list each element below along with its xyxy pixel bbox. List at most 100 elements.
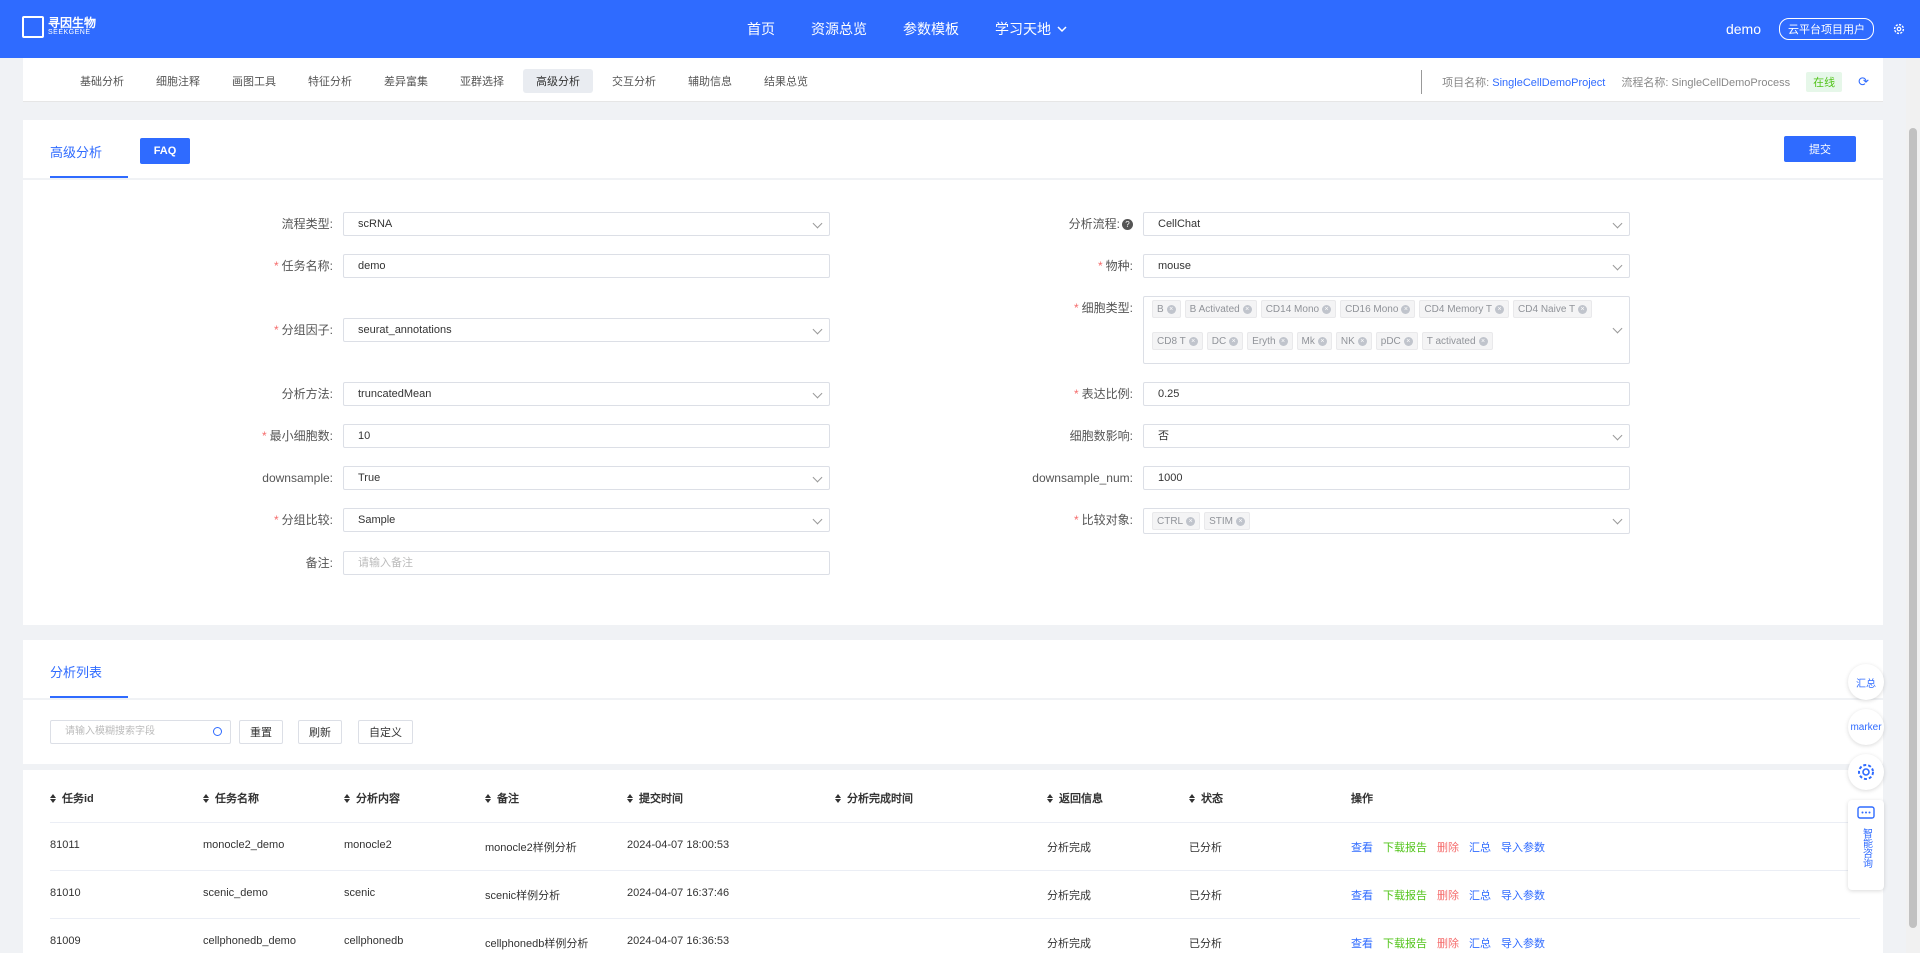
- tag-close-icon[interactable]: ×: [1278, 336, 1288, 346]
- tab-advanced-analysis[interactable]: 高级分析: [50, 142, 102, 161]
- tag-close-icon[interactable]: ×: [1401, 304, 1411, 314]
- summary-link[interactable]: 汇总: [1469, 839, 1491, 855]
- tag-close-icon[interactable]: ×: [1478, 336, 1488, 346]
- nav-templates[interactable]: 参数模板: [903, 19, 959, 39]
- column-header[interactable]: 提交时间: [627, 790, 683, 806]
- search-icon[interactable]: [213, 727, 222, 736]
- sort-icon[interactable]: [1189, 793, 1195, 803]
- tag-close-icon[interactable]: ×: [1578, 304, 1588, 314]
- reset-button[interactable]: 重置: [239, 720, 283, 744]
- summary-link[interactable]: 汇总: [1469, 887, 1491, 903]
- marker-float-button[interactable]: marker: [1848, 709, 1884, 745]
- sort-icon[interactable]: [50, 793, 56, 803]
- select-field[interactable]: Sample: [343, 508, 830, 532]
- nav-learning[interactable]: 学习天地: [995, 19, 1067, 39]
- tag-close-icon[interactable]: ×: [1242, 304, 1252, 314]
- multi-select[interactable]: CTRL × STIM ×: [1143, 508, 1630, 534]
- import-params-link[interactable]: 导入参数: [1501, 935, 1545, 951]
- download-report-link[interactable]: 下载报告: [1383, 887, 1427, 903]
- select-field[interactable]: True: [343, 466, 830, 490]
- tab-8[interactable]: 辅助信息: [675, 69, 745, 93]
- refresh-icon[interactable]: ⟳: [1858, 74, 1869, 90]
- tag-close-icon[interactable]: ×: [1166, 304, 1176, 314]
- nav-resources[interactable]: 资源总览: [811, 19, 867, 39]
- page-scrollbar[interactable]: [1906, 58, 1920, 953]
- download-report-link[interactable]: 下载报告: [1383, 935, 1427, 951]
- tab-7[interactable]: 交互分析: [599, 69, 669, 93]
- tab-1[interactable]: 细胞注释: [143, 69, 213, 93]
- multi-select[interactable]: B × B Activated × CD14 Mono × CD16 Mono × CD4 Me…: [1143, 296, 1630, 364]
- tag-close-icon[interactable]: ×: [1322, 304, 1332, 314]
- tag-close-icon[interactable]: ×: [1403, 336, 1413, 346]
- project-value[interactable]: SingleCellDemoProject: [1492, 77, 1605, 89]
- select-field[interactable]: mouse: [1143, 254, 1630, 278]
- column-header[interactable]: 备注: [485, 790, 519, 806]
- sort-icon[interactable]: [1047, 793, 1053, 803]
- tab-0[interactable]: 基础分析: [67, 69, 137, 93]
- customize-button[interactable]: 自定义: [358, 720, 413, 744]
- select-field[interactable]: CellChat: [1143, 212, 1630, 236]
- settings-gear-icon[interactable]: [1892, 22, 1906, 36]
- import-params-link[interactable]: 导入参数: [1501, 839, 1545, 855]
- logo[interactable]: 寻因生物 SEEKGENE: [22, 16, 96, 38]
- tag-close-icon[interactable]: ×: [1495, 304, 1505, 314]
- consult-float-button[interactable]: 智能咨询: [1848, 800, 1884, 890]
- tag-close-icon[interactable]: ×: [1236, 516, 1246, 526]
- select-field[interactable]: seurat_annotations: [343, 318, 830, 342]
- search-input[interactable]: 请输入模糊搜索字段: [50, 720, 231, 744]
- faq-button[interactable]: FAQ: [140, 138, 190, 164]
- select-field[interactable]: 否: [1143, 424, 1630, 448]
- text-field[interactable]: demo: [343, 254, 830, 278]
- import-params-link[interactable]: 导入参数: [1501, 887, 1545, 903]
- sort-icon[interactable]: [203, 793, 209, 803]
- view-link[interactable]: 查看: [1351, 887, 1373, 903]
- column-header[interactable]: 分析完成时间: [835, 790, 913, 806]
- tab-6[interactable]: 高级分析: [523, 69, 593, 93]
- text-field[interactable]: 1000: [1143, 466, 1630, 490]
- help-icon[interactable]: ?: [1122, 219, 1133, 231]
- tag: CD16 Mono ×: [1340, 300, 1416, 318]
- download-report-link[interactable]: 下载报告: [1383, 839, 1427, 855]
- select-field[interactable]: truncatedMean: [343, 382, 830, 406]
- delete-link[interactable]: 删除: [1437, 935, 1459, 951]
- tab-4[interactable]: 差异富集: [371, 69, 441, 93]
- cell-content: cellphonedb: [344, 935, 404, 947]
- tab-9[interactable]: 结果总览: [751, 69, 821, 93]
- column-header[interactable]: 返回信息: [1047, 790, 1103, 806]
- select-field[interactable]: scRNA: [343, 212, 830, 236]
- summary-link[interactable]: 汇总: [1469, 935, 1491, 951]
- text-field[interactable]: 10: [343, 424, 830, 448]
- tag-close-icon[interactable]: ×: [1186, 516, 1196, 526]
- tab-3[interactable]: 特征分析: [295, 69, 365, 93]
- tag: T activated ×: [1421, 332, 1493, 350]
- submit-button[interactable]: 提交: [1784, 136, 1856, 162]
- tag-close-icon[interactable]: ×: [1188, 336, 1198, 346]
- tab-2[interactable]: 画图工具: [219, 69, 289, 93]
- view-link[interactable]: 查看: [1351, 935, 1373, 951]
- sort-icon[interactable]: [344, 793, 350, 803]
- tab-analysis-list[interactable]: 分析列表: [50, 662, 102, 681]
- refresh-button[interactable]: 刷新: [298, 720, 342, 744]
- column-header[interactable]: 任务名称: [203, 790, 259, 806]
- text-field[interactable]: 0.25: [1143, 382, 1630, 406]
- delete-link[interactable]: 删除: [1437, 887, 1459, 903]
- view-link[interactable]: 查看: [1351, 839, 1373, 855]
- nav-home[interactable]: 首页: [747, 19, 775, 39]
- username[interactable]: demo: [1726, 21, 1761, 37]
- column-header[interactable]: 分析内容: [344, 790, 400, 806]
- scrollbar-thumb[interactable]: [1909, 128, 1917, 928]
- cell-submit: 2024-04-07 18:00:53: [627, 839, 730, 851]
- column-header[interactable]: 状态: [1189, 790, 1223, 806]
- column-header[interactable]: 任务id: [50, 790, 94, 806]
- tag-close-icon[interactable]: ×: [1317, 336, 1327, 346]
- summary-float-button[interactable]: 汇总: [1848, 664, 1884, 700]
- tag-close-icon[interactable]: ×: [1357, 336, 1367, 346]
- text-field[interactable]: 请输入备注: [343, 551, 830, 575]
- tab-5[interactable]: 亚群选择: [447, 69, 517, 93]
- sort-icon[interactable]: [485, 793, 491, 803]
- sort-icon[interactable]: [835, 793, 841, 803]
- delete-link[interactable]: 删除: [1437, 839, 1459, 855]
- tag-close-icon[interactable]: ×: [1229, 336, 1239, 346]
- sort-icon[interactable]: [627, 793, 633, 803]
- settings-float-button[interactable]: [1848, 754, 1884, 790]
